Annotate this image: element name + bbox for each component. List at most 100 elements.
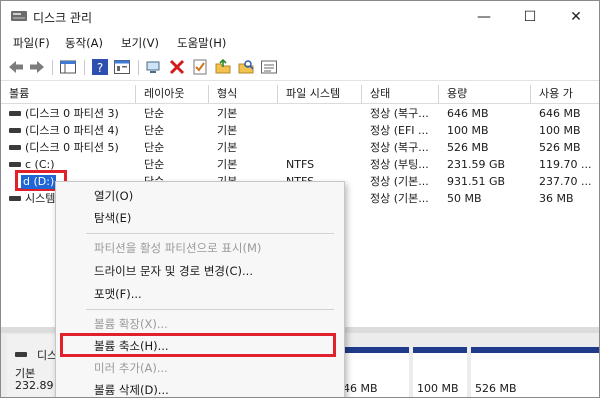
menu-format[interactable]: 포맷(F)... bbox=[94, 286, 142, 302]
volume-icon bbox=[9, 161, 21, 167]
col-type[interactable]: 형식 bbox=[209, 85, 278, 103]
disk-size: 232.89 bbox=[15, 379, 54, 392]
partition-size[interactable]: 46 MB bbox=[343, 382, 378, 395]
context-menu: 열기(O) 탐색(E) 파티션을 활성 파티션으로 표시(M) 드라이브 문자 … bbox=[55, 181, 345, 397]
layout-cell: 단순 bbox=[144, 124, 165, 137]
svg-text:?: ? bbox=[97, 61, 103, 75]
capacity-cell: 231.59 GB bbox=[447, 158, 506, 171]
capacity-cell: 526 MB bbox=[447, 141, 489, 154]
menu-extend-volume: 볼륨 확장(X)... bbox=[94, 317, 168, 331]
partition-bar bbox=[471, 347, 599, 353]
type-cell: 기본 bbox=[217, 124, 238, 137]
volume-name: (디스크 0 파티션 5) bbox=[25, 141, 119, 154]
volume-list-header: 볼륨 레이아웃 형식 파일 시스템 상태 용량 사용 가 bbox=[1, 85, 599, 104]
volume-name: (디스크 0 파티션 3) bbox=[25, 107, 119, 120]
col-capacity[interactable]: 용량 bbox=[439, 85, 531, 103]
col-layout[interactable]: 레이아웃 bbox=[136, 85, 209, 103]
table-row[interactable]: c (C:) 단순 기본 NTFS 정상 (부팅... 231.59 GB 11… bbox=[1, 156, 599, 173]
status-cell: 정상 (복구... bbox=[370, 141, 429, 154]
used-cell: 526 MB bbox=[539, 141, 581, 154]
status-cell: 정상 (EFI ... bbox=[370, 124, 429, 137]
table-row[interactable]: (디스크 0 파티션 5) 단순 기본 정상 (복구... 526 MB 526… bbox=[1, 139, 599, 156]
fs-cell bbox=[278, 105, 362, 122]
partition-size[interactable]: 100 MB bbox=[417, 382, 459, 395]
volume-icon bbox=[9, 127, 21, 133]
used-cell: 119.70 ... bbox=[539, 158, 592, 171]
menu-change-drive-letter[interactable]: 드라이브 문자 및 경로 변경(C)... bbox=[94, 263, 253, 279]
status-cell: 정상 (기본... bbox=[370, 192, 429, 205]
shrink-volume-highlight bbox=[60, 333, 336, 357]
volume-icon bbox=[9, 195, 21, 201]
console-tree-icon[interactable] bbox=[59, 58, 77, 76]
capacity-cell: 100 MB bbox=[447, 124, 489, 137]
window-title: 디스크 관리 bbox=[33, 11, 93, 25]
maximize-button[interactable]: ☐ bbox=[507, 1, 553, 32]
selected-volume-name: d (D:) bbox=[21, 175, 57, 189]
properties-icon[interactable] bbox=[113, 58, 131, 76]
disk-management-window: 디스크 관리 — ☐ ✕ 파일(F) 동작(A) 보기(V) 도움말(H) ? … bbox=[0, 0, 600, 398]
menu-help[interactable]: 도움말(H) bbox=[177, 35, 226, 51]
layout-cell: 단순 bbox=[144, 158, 165, 171]
menu-bar: 파일(F) 동작(A) 보기(V) 도움말(H) bbox=[1, 32, 599, 54]
partition-bar bbox=[413, 347, 467, 353]
close-button[interactable]: ✕ bbox=[553, 1, 599, 32]
minimize-button[interactable]: — bbox=[461, 1, 507, 32]
toolbar: ? bbox=[1, 54, 599, 81]
volume-icon bbox=[9, 110, 21, 116]
used-cell: 100 MB bbox=[539, 124, 581, 137]
fs-cell bbox=[278, 139, 362, 156]
help-icon[interactable]: ? bbox=[91, 58, 109, 76]
status-cell: 정상 (기본... bbox=[370, 175, 429, 188]
capacity-cell: 931.51 GB bbox=[447, 175, 506, 188]
col-filesystem[interactable]: 파일 시스템 bbox=[278, 85, 362, 103]
status-cell: 정상 (부팅... bbox=[370, 158, 429, 171]
maximize-icon: ☐ bbox=[523, 8, 537, 25]
col-used[interactable]: 사용 가 bbox=[531, 85, 599, 103]
volume-name: 시스템 bbox=[25, 192, 56, 205]
menu-view[interactable]: 보기(V) bbox=[121, 35, 159, 51]
delete-icon[interactable] bbox=[168, 58, 186, 76]
used-cell: 646 MB bbox=[539, 107, 581, 120]
fs-cell: NTFS bbox=[286, 158, 315, 171]
menu-file[interactable]: 파일(F) bbox=[13, 35, 50, 51]
table-row[interactable]: (디스크 0 파티션 3) 단순 기본 정상 (복구... 646 MB 646… bbox=[1, 105, 599, 122]
menu-separator bbox=[86, 309, 334, 310]
layout-cell: 단순 bbox=[144, 107, 165, 120]
menu-mark-active: 파티션을 활성 파티션으로 표시(M) bbox=[94, 241, 262, 255]
connect-icon[interactable] bbox=[145, 58, 163, 76]
used-cell: 36 MB bbox=[539, 192, 574, 205]
volume-icon bbox=[9, 144, 21, 150]
type-cell: 기본 bbox=[217, 141, 238, 154]
menu-separator bbox=[86, 233, 334, 234]
partition-size[interactable]: 526 MB bbox=[475, 382, 517, 395]
capacity-cell: 50 MB bbox=[447, 192, 482, 205]
checklist-icon[interactable] bbox=[191, 58, 209, 76]
capacity-cell: 646 MB bbox=[447, 107, 489, 120]
title-bar: 디스크 관리 — ☐ ✕ bbox=[1, 1, 599, 32]
close-icon: ✕ bbox=[570, 8, 582, 25]
menu-open[interactable]: 열기(O) bbox=[94, 188, 133, 204]
status-cell: 정상 (복구... bbox=[370, 107, 429, 120]
fs-cell bbox=[278, 122, 362, 139]
back-arrow-icon[interactable] bbox=[7, 58, 25, 76]
partition-bar bbox=[341, 347, 409, 353]
menu-add-mirror: 미러 추가(A)... bbox=[94, 361, 168, 375]
layout-cell: 단순 bbox=[144, 141, 165, 154]
col-volume[interactable]: 볼륨 bbox=[1, 85, 136, 103]
search-folder-icon[interactable] bbox=[237, 58, 255, 76]
volume-name: (디스크 0 파티션 4) bbox=[25, 124, 119, 137]
used-cell: 237.70 ... bbox=[539, 175, 592, 188]
open-folder-icon[interactable] bbox=[214, 58, 232, 76]
disk-icon bbox=[15, 352, 27, 357]
minimize-icon: — bbox=[477, 8, 491, 25]
menu-action[interactable]: 동작(A) bbox=[65, 35, 103, 51]
type-cell: 기본 bbox=[217, 107, 238, 120]
type-cell: 기본 bbox=[217, 158, 238, 171]
menu-explore[interactable]: 탐색(E) bbox=[94, 210, 131, 226]
table-row[interactable]: (디스크 0 파티션 4) 단순 기본 정상 (EFI ... 100 MB 1… bbox=[1, 122, 599, 139]
forward-arrow-icon[interactable] bbox=[28, 58, 46, 76]
col-status[interactable]: 상태 bbox=[362, 85, 439, 103]
menu-delete-volume[interactable]: 볼륨 삭제(D)... bbox=[94, 382, 169, 397]
list-view-icon[interactable] bbox=[260, 58, 278, 76]
disk-management-icon bbox=[11, 11, 27, 21]
